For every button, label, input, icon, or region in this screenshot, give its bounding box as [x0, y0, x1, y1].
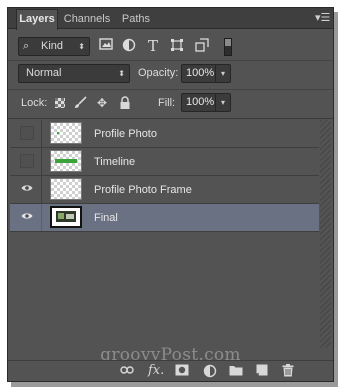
layers-list: Profile Photo Timeline Profile Photo Fra…: [10, 120, 319, 348]
lock-position-icon[interactable]: ✥: [95, 96, 109, 110]
type-filter-icon[interactable]: T: [145, 38, 161, 54]
new-layer-icon[interactable]: [255, 364, 269, 378]
layer-row[interactable]: Profile Photo: [10, 120, 319, 148]
thumbnail-mark: [57, 132, 59, 134]
smart-object-filter-icon[interactable]: [194, 38, 210, 54]
divider: [8, 60, 333, 61]
thumbnail-green-bar: [55, 159, 77, 163]
panel-menu-icon[interactable]: ▾☰: [315, 11, 330, 25]
visibility-toggle[interactable]: [20, 126, 34, 140]
opacity-input[interactable]: 100%: [181, 64, 217, 83]
updown-icon: ⬍: [78, 42, 85, 51]
filter-kind-label: Kind: [41, 40, 64, 52]
link-layers-icon[interactable]: [120, 364, 134, 378]
layer-name: Profile Photo: [94, 128, 157, 140]
layer-row[interactable]: Profile Photo Frame: [10, 176, 319, 204]
layer-thumbnail: [50, 150, 82, 172]
tab-channels[interactable]: Channels: [58, 10, 116, 28]
blend-mode-value: Normal: [26, 67, 62, 79]
eye-icon: [21, 213, 33, 219]
fill-dropdown-button[interactable]: ▾: [215, 93, 231, 112]
tab-paths[interactable]: Paths: [118, 10, 154, 28]
divider: [41, 176, 42, 203]
trash-icon[interactable]: [281, 364, 295, 378]
divider: [41, 204, 42, 231]
divider: [8, 118, 333, 119]
blend-mode-select[interactable]: Normal ⬍: [18, 64, 130, 83]
filter-kind-select[interactable]: ⌕ Kind ⬍: [18, 37, 90, 56]
layer-thumbnail: [50, 178, 82, 200]
layer-thumbnail: [50, 122, 82, 144]
scrollbar[interactable]: [320, 120, 331, 348]
divider: [8, 89, 333, 90]
layer-name: Final: [94, 212, 118, 224]
layer-name: Timeline: [94, 156, 136, 168]
lock-label: Lock:: [21, 97, 48, 109]
layer-row[interactable]: Timeline: [10, 148, 319, 176]
eye-icon: [21, 185, 33, 191]
divider: [41, 148, 42, 175]
fill-label: Fill:: [158, 97, 176, 109]
lock-image-pixels-icon[interactable]: [73, 96, 87, 110]
lock-transparent-pixels-icon[interactable]: [55, 98, 65, 108]
bottom-toolbar: fx.: [8, 360, 333, 381]
adjustment-layer-icon[interactable]: [203, 364, 217, 378]
layer-mask-icon[interactable]: [175, 364, 189, 378]
opacity-dropdown-button[interactable]: ▾: [215, 64, 231, 83]
visibility-toggle[interactable]: [20, 154, 34, 168]
layer-thumbnail: [50, 206, 82, 228]
opacity-label: Opacity:: [138, 67, 179, 79]
new-group-icon[interactable]: [229, 364, 243, 378]
divider: [41, 120, 42, 147]
tab-layers[interactable]: Layers: [16, 9, 58, 30]
layer-row-selected[interactable]: Final: [10, 204, 319, 232]
layers-panel: Layers Channels Paths ▾☰ ⌕ Kind ⬍ T Norm…: [7, 7, 334, 382]
shape-filter-icon[interactable]: [169, 38, 185, 54]
adjustment-filter-icon[interactable]: [121, 38, 137, 54]
thumbnail-image: [56, 211, 76, 222]
tab-bar: Layers Channels Paths ▾☰: [8, 8, 333, 30]
lock-all-icon[interactable]: [118, 96, 132, 110]
image-filter-icon[interactable]: [98, 38, 114, 54]
visibility-toggle[interactable]: [20, 210, 34, 224]
fill-input[interactable]: 100%: [181, 93, 217, 112]
layer-name: Profile Photo Frame: [94, 184, 192, 196]
fx-icon[interactable]: fx.: [148, 364, 164, 378]
updown-icon: ⬍: [118, 69, 125, 78]
filter-toggle[interactable]: [224, 38, 232, 56]
search-icon: ⌕: [23, 40, 30, 52]
visibility-toggle[interactable]: [20, 182, 34, 196]
